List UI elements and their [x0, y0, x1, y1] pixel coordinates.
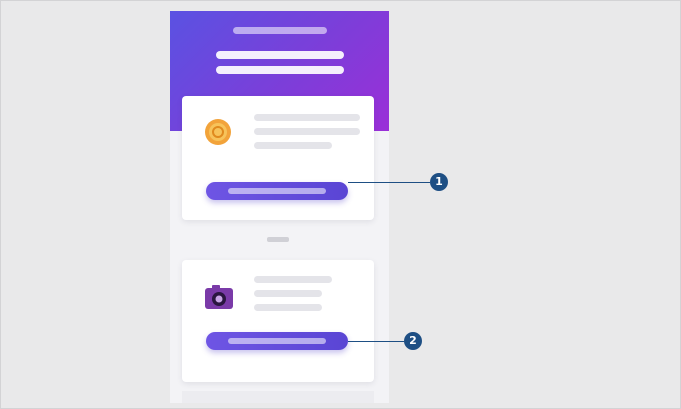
card-1-text-line-3 [254, 142, 332, 149]
callout-2-leader-line [348, 341, 404, 342]
card-2-action-button[interactable] [206, 332, 348, 350]
coin-icon [205, 119, 231, 145]
callout-badge-2: 2 [404, 332, 422, 350]
card-2-text-line-2 [254, 290, 322, 297]
header-title-placeholder [216, 51, 344, 59]
card-2-button-label-placeholder [228, 338, 326, 344]
card-2-text-line-3 [254, 304, 322, 311]
callout-1-leader-line [348, 182, 430, 183]
card-2-text-line-1 [254, 276, 332, 283]
card-1-button-label-placeholder [228, 188, 326, 194]
card-1-action-button[interactable] [206, 182, 348, 200]
option-card-2 [182, 260, 374, 382]
callout-badge-1: 1 [430, 173, 448, 191]
header-title-placeholder-line-2 [216, 66, 344, 74]
card-1-text-line-1 [254, 114, 360, 121]
next-card-peek [182, 391, 374, 403]
or-separator [267, 237, 289, 242]
phone-screen [170, 11, 389, 403]
option-card-1 [182, 96, 374, 220]
camera-icon [205, 285, 233, 309]
card-1-text-line-2 [254, 128, 360, 135]
header-subtitle-placeholder [233, 27, 327, 34]
